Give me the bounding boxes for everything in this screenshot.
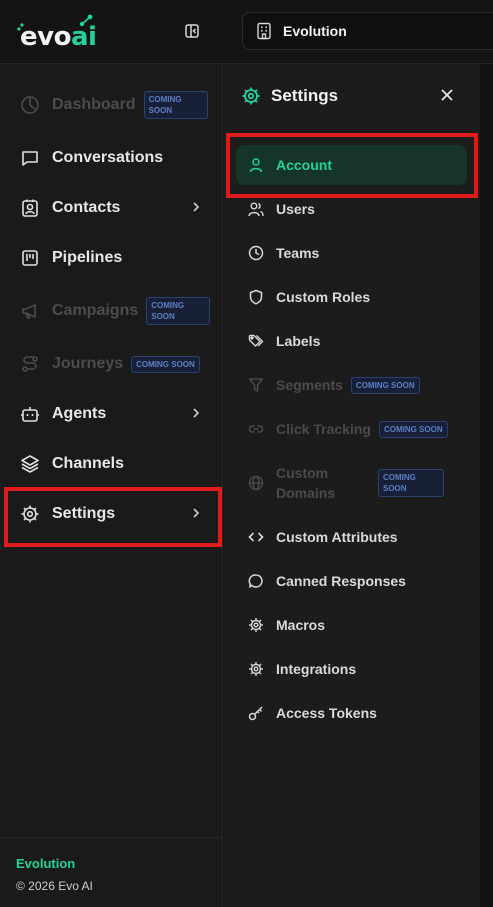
settings-item-label-line2: Domains bbox=[276, 485, 336, 501]
settings-item-label: Click Tracking bbox=[276, 421, 371, 437]
settings-item-label: Teams bbox=[276, 245, 320, 261]
megaphone-icon bbox=[20, 301, 40, 321]
workspace-name: Evolution bbox=[283, 23, 347, 39]
sidebar-item-label: Channels bbox=[52, 455, 125, 472]
coming-soon-badge: COMING SOON bbox=[143, 91, 208, 119]
top-bar: evoai Evolution bbox=[0, 0, 493, 64]
sidebar-item-settings[interactable]: Settings bbox=[0, 491, 223, 537]
settings-item-canned-responses[interactable]: Canned Responses bbox=[236, 561, 467, 601]
settings-item-segments: Segments COMING SOON bbox=[236, 365, 467, 405]
user-icon bbox=[248, 157, 264, 173]
sidebar-item-campaigns: Campaigns COMING SOON bbox=[0, 288, 223, 334]
cog-icon bbox=[248, 661, 264, 677]
coming-soon-badge: COMING SOON bbox=[146, 297, 211, 325]
settings-item-label: Segments bbox=[276, 377, 343, 393]
clock-icon bbox=[248, 245, 264, 261]
settings-item-label: Users bbox=[276, 201, 315, 217]
chevron-right-icon bbox=[193, 202, 200, 212]
tags-icon bbox=[248, 333, 264, 349]
logo-text-ai: ai bbox=[70, 22, 97, 52]
settings-item-custom-attributes[interactable]: Custom Attributes bbox=[236, 517, 467, 557]
shield-icon bbox=[248, 289, 264, 305]
building-icon bbox=[257, 22, 271, 40]
contact-card-icon bbox=[20, 198, 40, 218]
kanban-icon bbox=[20, 248, 40, 268]
chevron-right-icon bbox=[193, 508, 200, 518]
footer-workspace-name: Evolution bbox=[16, 856, 76, 871]
pie-chart-icon bbox=[20, 95, 40, 115]
sidebar-item-label: Pipelines bbox=[52, 249, 123, 266]
sidebar-item-label: Conversations bbox=[52, 149, 164, 166]
message-square-icon bbox=[20, 148, 40, 168]
settings-item-access-tokens[interactable]: Access Tokens bbox=[236, 693, 467, 733]
settings-item-label: Access Tokens bbox=[276, 705, 377, 721]
settings-item-label: Account bbox=[276, 157, 332, 173]
settings-item-label-line1: Custom bbox=[276, 465, 329, 481]
code-icon bbox=[248, 529, 264, 545]
settings-item-label: Custom Roles bbox=[276, 289, 371, 305]
sidebar-item-pipelines[interactable]: Pipelines bbox=[0, 235, 223, 281]
close-icon bbox=[441, 89, 453, 101]
sidebar-item-channels[interactable]: Channels bbox=[0, 441, 223, 487]
sidebar-item-contacts[interactable]: Contacts bbox=[0, 185, 223, 231]
users-icon bbox=[248, 201, 264, 217]
key-icon bbox=[248, 705, 264, 721]
coming-soon-badge: COMING SOON bbox=[350, 376, 420, 394]
sidebar-item-agents[interactable]: Agents bbox=[0, 391, 223, 437]
settings-item-label: Integrations bbox=[276, 661, 357, 677]
message-circle-icon bbox=[248, 573, 264, 589]
settings-item-integrations[interactable]: Integrations bbox=[236, 649, 467, 689]
collapse-sidebar-button[interactable] bbox=[182, 20, 202, 42]
settings-item-label: Canned Responses bbox=[276, 573, 406, 589]
sidebar-item-conversations[interactable]: Conversations bbox=[0, 135, 223, 181]
coming-soon-badge: COMING SOON bbox=[131, 355, 200, 373]
settings-item-account[interactable]: Account bbox=[236, 145, 467, 185]
sidebar-item-label: Contacts bbox=[52, 199, 121, 216]
settings-item-label: Custom Domains bbox=[276, 463, 376, 503]
sidebar: Dashboard COMING SOON Conversations Cont… bbox=[0, 64, 223, 907]
settings-item-labels[interactable]: Labels bbox=[236, 321, 467, 361]
layers-icon bbox=[20, 454, 40, 474]
settings-panel-title: Settings bbox=[271, 86, 339, 105]
settings-item-custom-roles[interactable]: Custom Roles bbox=[236, 277, 467, 317]
cog-icon bbox=[248, 617, 264, 633]
sidebar-item-label: Settings bbox=[52, 505, 116, 522]
sidebar-item-journeys: Journeys COMING SOON bbox=[0, 341, 223, 387]
filter-icon bbox=[248, 377, 264, 393]
settings-item-macros[interactable]: Macros bbox=[236, 605, 467, 645]
settings-item-label: Custom Attributes bbox=[276, 529, 398, 545]
sidebar-footer: Evolution © 2026 Evo AI bbox=[0, 837, 223, 907]
coming-soon-badge: COMING SOON bbox=[378, 420, 448, 438]
settings-item-label: Labels bbox=[276, 333, 321, 349]
sidebar-item-label: Dashboard bbox=[52, 96, 136, 113]
workspace-selector[interactable]: Evolution bbox=[242, 12, 493, 50]
settings-panel-header: Settings bbox=[241, 86, 338, 106]
link-icon bbox=[248, 421, 264, 437]
settings-gear-icon bbox=[20, 504, 40, 524]
logo: evoai bbox=[20, 22, 97, 52]
sidebar-item-dashboard: Dashboard COMING SOON bbox=[0, 82, 223, 128]
settings-item-teams[interactable]: Teams bbox=[236, 233, 467, 273]
footer-copyright: © 2026 Evo AI bbox=[16, 879, 93, 893]
coming-soon-badge: COMING SOON bbox=[378, 469, 444, 497]
settings-panel: Settings Account Users Teams Custom Role… bbox=[224, 64, 480, 907]
settings-item-click-tracking: Click Tracking COMING SOON bbox=[236, 409, 467, 449]
settings-gear-icon bbox=[242, 87, 260, 105]
sidebar-collapse-icon bbox=[185, 24, 199, 38]
globe-icon bbox=[248, 475, 264, 491]
content-area-edge bbox=[480, 64, 493, 907]
settings-item-label: Macros bbox=[276, 617, 326, 633]
route-icon bbox=[20, 354, 40, 374]
close-panel-button[interactable] bbox=[438, 86, 456, 104]
chevron-right-icon bbox=[193, 408, 200, 418]
sidebar-item-label: Journeys bbox=[52, 355, 124, 372]
sidebar-item-label: Campaigns bbox=[52, 302, 139, 319]
settings-item-users[interactable]: Users bbox=[236, 189, 467, 229]
logo-text-evo: evo bbox=[20, 22, 71, 52]
sidebar-item-label: Agents bbox=[52, 405, 107, 422]
settings-item-custom-domains: Custom Domains COMING SOON bbox=[236, 460, 467, 506]
bot-icon bbox=[20, 404, 40, 424]
